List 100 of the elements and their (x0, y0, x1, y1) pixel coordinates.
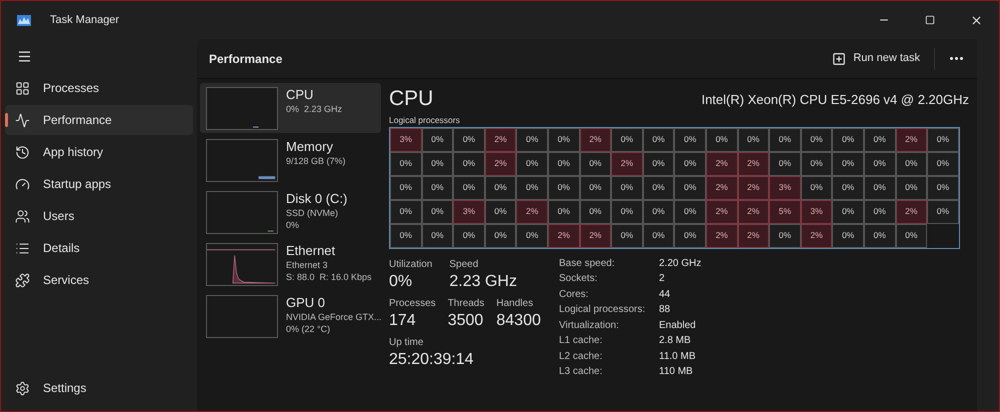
spec-label: L2 cache: (559, 350, 604, 364)
processor-cell: 0% (927, 176, 959, 200)
processor-cell: 0% (422, 152, 454, 176)
processor-cell: 0% (484, 224, 516, 248)
settings-item[interactable]: Settings (5, 373, 193, 403)
processor-cell: 2% (484, 128, 516, 152)
window-title: Task Manager (50, 12, 120, 28)
processor-cell: 0% (832, 176, 864, 200)
stat-value: 2.23 GHz (449, 272, 517, 292)
usage-graph (206, 243, 278, 286)
stat-value: 0% (389, 272, 414, 292)
task-add-icon (832, 52, 846, 66)
processor-cell: 0% (580, 200, 612, 224)
spec-label: Base speed: (559, 256, 616, 271)
spec-value: 11.0 MB (659, 350, 696, 364)
page-title: Performance (209, 50, 282, 68)
puzzle-icon (15, 272, 30, 288)
spec-value: 2.20 GHz (659, 256, 702, 271)
usage-graph (206, 87, 278, 130)
device-name: GPU 0 (286, 295, 326, 311)
processor-cell: 0% (896, 224, 928, 248)
processor-cell: 2% (484, 152, 516, 176)
processor-cell: 0% (896, 152, 928, 176)
processor-cell: 2% (706, 176, 738, 200)
processor-cell: 0% (864, 200, 896, 224)
stat-label: Threads (448, 296, 484, 311)
processor-cell: 2% (738, 200, 770, 224)
spec-label: Virtualization: (559, 318, 620, 333)
stat-label: Processes (389, 296, 436, 311)
spec-value: 110 MB (659, 365, 694, 380)
sidebar-item[interactable]: App history (5, 137, 193, 167)
sidebar-item[interactable]: Performance (5, 105, 193, 135)
device-detail: 9/128 GB (7%) (286, 155, 346, 167)
processor-cell: 0% (769, 152, 801, 176)
processor-cell: 0% (453, 152, 485, 176)
processor-cell: 0% (738, 128, 770, 152)
processor-cell: 0% (896, 176, 928, 200)
sidebar-item[interactable]: Details (5, 233, 193, 263)
processor-cell: 0% (832, 128, 864, 152)
processor-cell: 0% (453, 176, 485, 200)
processor-cell: 3% (800, 200, 832, 224)
device-detail: S: 88.0 R: 16.0 Kbps (286, 271, 372, 283)
cpu-model: Intel(R) Xeon(R) CPU E5-2696 v4 @ 2.20GHz (701, 90, 969, 109)
processor-cell: 5% (769, 200, 801, 224)
device-name: Disk 0 (C:) (286, 191, 348, 207)
sidebar-label: Processes (43, 80, 100, 97)
close-icon (970, 14, 982, 26)
processor-cell: 0% (516, 176, 548, 200)
processor-cell: 0% (516, 128, 548, 152)
usage-graph (206, 139, 278, 182)
processor-cell: 2% (738, 224, 770, 248)
device-detail: 0% 2.23 GHz (286, 103, 342, 115)
device-item[interactable]: Memory 9/128 GB (7%) (200, 135, 381, 185)
processor-cell: 2% (738, 152, 770, 176)
processor-cell: 0% (484, 176, 516, 200)
processor-cell: 0% (642, 128, 674, 152)
processor-cell: 0% (422, 200, 454, 224)
processor-cell: 0% (832, 200, 864, 224)
sidebar-label: Startup apps (43, 176, 112, 193)
spec-label: L3 cache: (559, 365, 604, 380)
spec-value: 88 (659, 303, 672, 318)
sidebar-item[interactable]: Services (5, 265, 193, 295)
processor-cell: 2% (706, 224, 738, 248)
processor-cell: 0% (674, 224, 706, 248)
run-new-task-button[interactable]: Run new task (824, 44, 928, 74)
processor-cell: 0% (674, 200, 706, 224)
spec-value: 2.8 MB (659, 334, 692, 348)
list-icon (15, 240, 30, 256)
users-icon (15, 208, 30, 224)
usage-graph (206, 295, 278, 338)
menu-icon (16, 48, 32, 64)
processor-cell: 0% (706, 128, 738, 152)
grid-label: Logical processors (389, 114, 461, 127)
device-item[interactable]: CPU 0% 2.23 GHz (200, 83, 381, 133)
processor-cell: 0% (548, 152, 580, 176)
device-item[interactable]: GPU 0 NVIDIA GeForce GTX... 0% (22 °C) (200, 291, 381, 341)
settings-icon (15, 380, 30, 396)
processor-cell: 3% (769, 176, 801, 200)
device-detail: SSD (NVMe) (286, 207, 340, 219)
processor-cell: 0% (674, 128, 706, 152)
processor-cell: 0% (800, 128, 832, 152)
processor-cell: 0% (453, 224, 485, 248)
processor-cell: 0% (453, 128, 485, 152)
processor-cell: 0% (832, 224, 864, 248)
spec-label: Cores: (559, 288, 590, 302)
processor-cell: 0% (864, 152, 896, 176)
sidebar-item[interactable]: Startup apps (5, 169, 193, 199)
stat-label: Handles (496, 296, 534, 311)
device-item[interactable]: Disk 0 (C:) SSD (NVMe) 0% (200, 187, 381, 237)
device-item[interactable]: Ethernet Ethernet 3 S: 88.0 R: 16.0 Kbps (200, 239, 381, 289)
processor-cell: 3% (453, 200, 485, 224)
sidebar-item[interactable]: Users (5, 201, 193, 231)
sidebar-item[interactable]: Processes (5, 73, 193, 103)
gauge-icon (15, 176, 30, 192)
processor-cell: 0% (864, 176, 896, 200)
processor-cell: 0% (832, 152, 864, 176)
stat-value: 174 (389, 310, 417, 331)
sidebar-label: App history (43, 144, 104, 161)
spec-value: Enabled (659, 318, 697, 333)
processor-cell: 0% (864, 128, 896, 152)
